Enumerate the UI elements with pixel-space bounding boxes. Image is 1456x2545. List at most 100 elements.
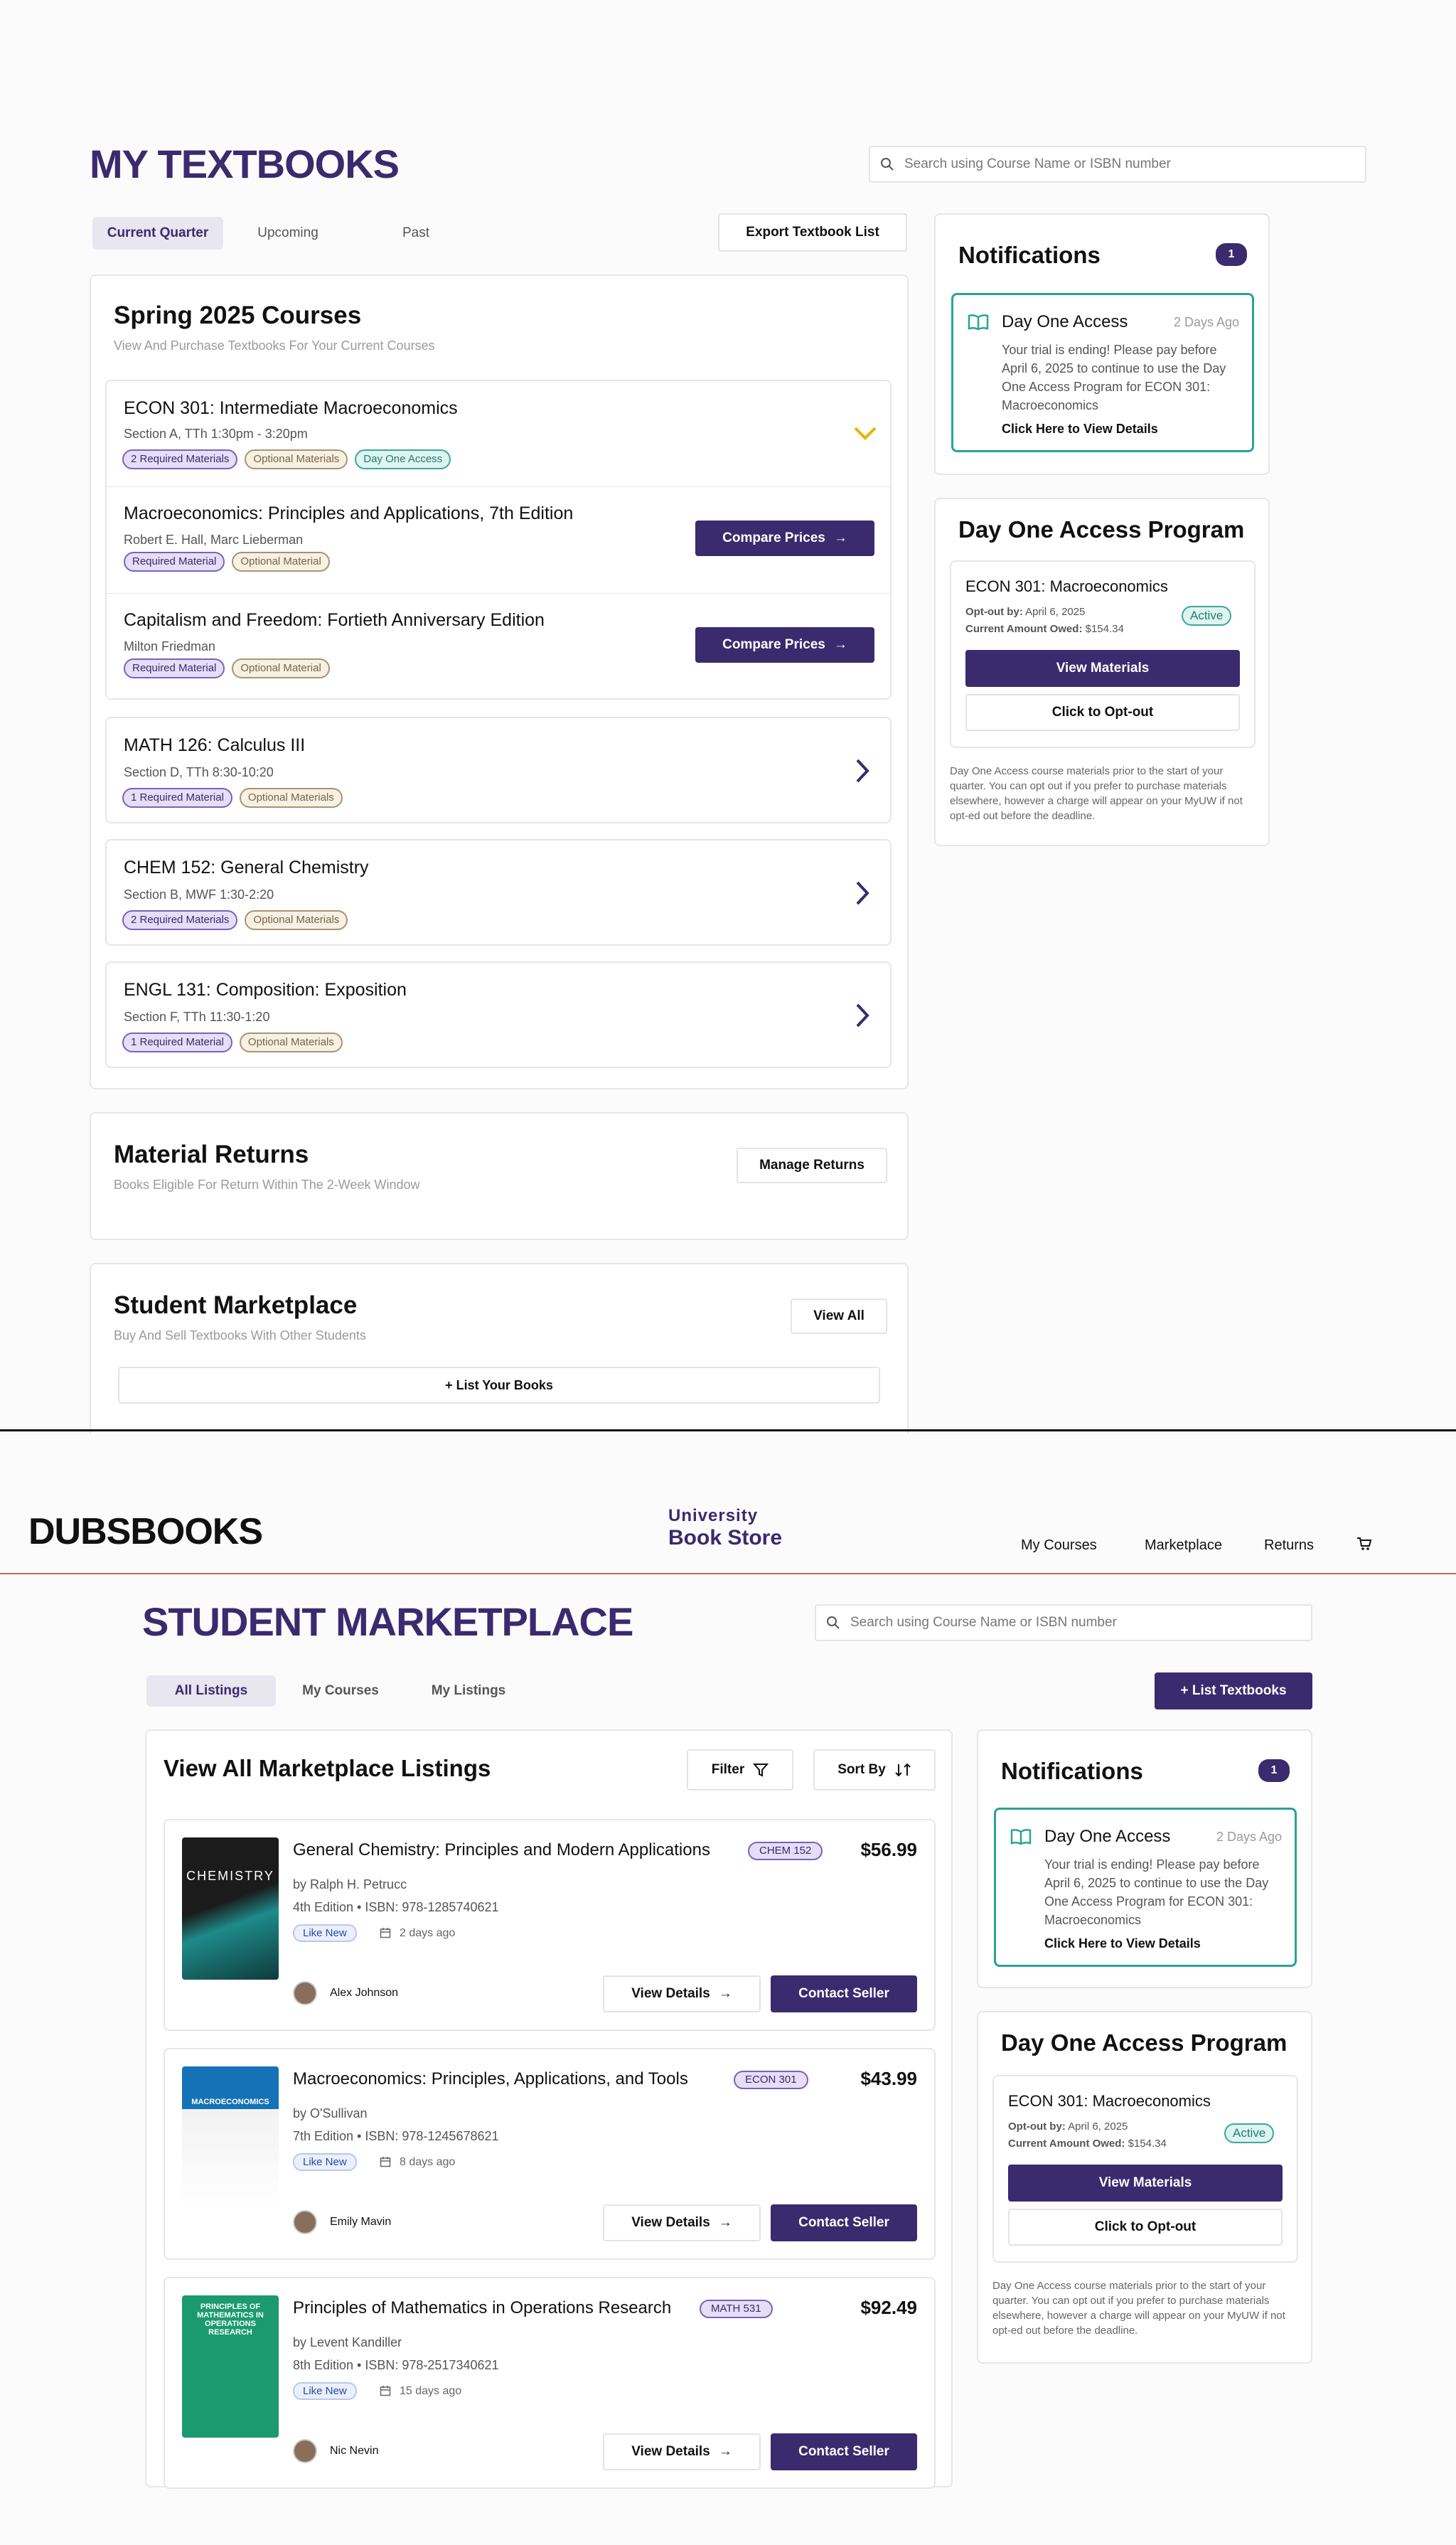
condition-badge: Like New: [293, 2382, 357, 2400]
search-input[interactable]: Search using Course Name or ISBN number: [869, 146, 1366, 183]
notification-item[interactable]: Day One Access 2 Days Ago Your trial is …: [994, 1808, 1297, 1967]
posted-date: 15 days ago: [400, 2385, 462, 2397]
amount-owed-label: Current Amount Owed:: [965, 623, 1083, 635]
optional-material-badge: Optional Material: [232, 552, 330, 572]
arrow-right-icon: →: [833, 637, 847, 652]
listing-card[interactable]: PRINCIPLES OF MATHEMATICS IN OPERATIONS …: [164, 2277, 936, 2489]
courses-card-title: Spring 2025 Courses: [114, 302, 362, 329]
listing-card[interactable]: CHEMISTRY General Chemistry: Principles a…: [164, 1819, 936, 2031]
cover-text: CHEMISTRY: [186, 1869, 274, 1883]
course-econ301-header[interactable]: ECON 301: Intermediate Macroeconomics Se…: [107, 381, 890, 486]
day-one-access-badge: Day One Access: [355, 449, 451, 469]
tab-my-courses[interactable]: My Courses: [287, 1675, 394, 1707]
view-materials-button[interactable]: View Materials: [1008, 2165, 1283, 2202]
nav-returns[interactable]: Returns: [1264, 1537, 1314, 1554]
returns-title: Material Returns: [114, 1141, 309, 1168]
chevron-right-icon[interactable]: [855, 880, 870, 906]
view-details-link[interactable]: Click Here to View Details: [1002, 422, 1158, 437]
screen-divider: [0, 1429, 1456, 1431]
listing-title[interactable]: Macroeconomics: Principles, Applications…: [293, 2069, 688, 2089]
optional-material-badge: Optional Material: [232, 658, 330, 678]
view-details-link[interactable]: Click Here to View Details: [1044, 1936, 1201, 1951]
view-materials-button[interactable]: View Materials: [965, 650, 1240, 687]
list-textbooks-button[interactable]: + List Textbooks: [1155, 1672, 1312, 1709]
notifications-title: Notifications: [1001, 1758, 1143, 1784]
list-your-books-button[interactable]: + List Your Books: [118, 1367, 880, 1404]
university-book-store-logo[interactable]: University Book Store: [668, 1506, 782, 1550]
manage-returns-button[interactable]: Manage Returns: [737, 1148, 887, 1183]
notification-item[interactable]: Day One Access 2 Days Ago Your trial is …: [951, 293, 1254, 452]
listing-author: by Ralph H. Petrucc: [293, 1877, 407, 1892]
course-tag: MATH 531: [700, 2300, 773, 2318]
returns-subtitle: Books Eligible For Return Within The 2-W…: [114, 1178, 420, 1192]
arrow-right-icon: →: [718, 2444, 732, 2459]
optional-materials-badge: Optional Materials: [239, 788, 343, 808]
search-input[interactable]: Search using Course Name or ISBN number: [815, 1604, 1312, 1641]
sort-by-button[interactable]: Sort By: [813, 1749, 936, 1791]
arrow-right-icon: →: [718, 2215, 732, 2230]
compare-prices-button[interactable]: Compare Prices →: [695, 627, 874, 663]
listing-author: by Levent Kandiller: [293, 2335, 402, 2349]
tab-upcoming[interactable]: Upcoming: [242, 217, 334, 250]
avatar: [293, 1981, 317, 2005]
listing-author: by O'Sullivan: [293, 2106, 368, 2120]
page-title: STUDENT MARKETPLACE: [142, 1599, 633, 1644]
nav-my-courses[interactable]: My Courses: [1021, 1537, 1097, 1554]
required-materials-badge: 2 Required Materials: [122, 449, 238, 469]
required-materials-badge: 2 Required Materials: [122, 910, 238, 930]
compare-prices-label: Compare Prices: [722, 530, 825, 545]
course-engl131[interactable]: ENGL 131: Composition: Exposition Sectio…: [105, 961, 892, 1068]
search-icon: [827, 1616, 840, 1629]
view-details-button[interactable]: View Details →: [603, 2204, 761, 2241]
view-details-button[interactable]: View Details →: [603, 2433, 761, 2470]
amount-owed: $154.34: [1128, 2138, 1167, 2150]
courses-card-subtitle: View And Purchase Textbooks For Your Cur…: [114, 338, 435, 353]
tab-my-listings[interactable]: My Listings: [415, 1675, 522, 1707]
doa-course-box: ECON 301: Macroeconomics Opt-out by: Apr…: [992, 2075, 1298, 2263]
divider: [107, 593, 890, 594]
opt-out-button[interactable]: Click to Opt-out: [965, 694, 1240, 731]
filter-button[interactable]: Filter: [687, 1749, 793, 1791]
arrow-right-icon: →: [833, 530, 847, 545]
opt-out-button[interactable]: Click to Opt-out: [1008, 2209, 1283, 2246]
export-textbook-list-button[interactable]: Export Textbook List: [718, 213, 907, 252]
course-section: Section A, TTh 1:30pm - 3:20pm: [124, 427, 308, 441]
course-section: Section B, MWF 1:30-2:20: [124, 887, 274, 902]
course-math126[interactable]: MATH 126: Calculus III Section D, TTh 8:…: [105, 717, 892, 823]
view-details-button[interactable]: View Details →: [603, 1975, 761, 2012]
course-chem152[interactable]: CHEM 152: General Chemistry Section B, M…: [105, 839, 892, 946]
sort-label: Sort By: [837, 1762, 886, 1777]
course-econ301: ECON 301: Intermediate Macroeconomics Se…: [105, 380, 892, 700]
book-cover-image: PRINCIPLES OF MATHEMATICS IN OPERATIONS …: [182, 2295, 279, 2438]
compare-prices-button[interactable]: Compare Prices →: [695, 521, 874, 556]
listing-edition-isbn: 7th Edition • ISBN: 978-1245678621: [293, 2129, 499, 2143]
listing-card[interactable]: MACROECONOMICS Macroeconomics: Principles…: [164, 2048, 936, 2260]
tab-current-quarter[interactable]: Current Quarter: [92, 217, 223, 250]
listing-title[interactable]: Principles of Mathematics in Operations …: [293, 2298, 671, 2318]
course-tag: ECON 301: [734, 2071, 808, 2089]
contact-seller-button[interactable]: Contact Seller: [771, 2433, 917, 2470]
nav-marketplace[interactable]: Marketplace: [1145, 1537, 1222, 1554]
cart-icon[interactable]: [1356, 1536, 1372, 1552]
notification-body: Your trial is ending! Please pay before …: [1002, 343, 1226, 412]
listing-edition-isbn: 8th Edition • ISBN: 978-2517340621: [293, 2358, 499, 2372]
listing-title[interactable]: General Chemistry: Principles and Modern…: [293, 1840, 710, 1860]
course-name: CHEM 152: General Chemistry: [124, 858, 369, 877]
contact-seller-button[interactable]: Contact Seller: [771, 1975, 917, 2012]
view-all-button[interactable]: View All: [791, 1298, 887, 1334]
filter-icon: [753, 1764, 769, 1777]
chevron-down-icon[interactable]: [853, 425, 877, 441]
book-author: Robert E. Hall, Marc Lieberman: [124, 533, 304, 547]
notification-time: 2 Days Ago: [1173, 315, 1239, 329]
brand-logo[interactable]: DUBSBOOKS: [28, 1510, 263, 1553]
view-details-label: View Details: [631, 1986, 710, 2001]
tab-all-listings[interactable]: All Listings: [146, 1675, 276, 1707]
chevron-right-icon[interactable]: [855, 1003, 870, 1028]
avatar: [293, 2439, 317, 2463]
tab-past[interactable]: Past: [377, 217, 455, 250]
required-materials-badge: 1 Required Material: [122, 1033, 232, 1052]
required-materials-badge: 1 Required Material: [122, 788, 232, 808]
contact-seller-button[interactable]: Contact Seller: [771, 2204, 917, 2241]
chevron-right-icon[interactable]: [855, 758, 870, 784]
book-open-icon: [1010, 1829, 1032, 1845]
